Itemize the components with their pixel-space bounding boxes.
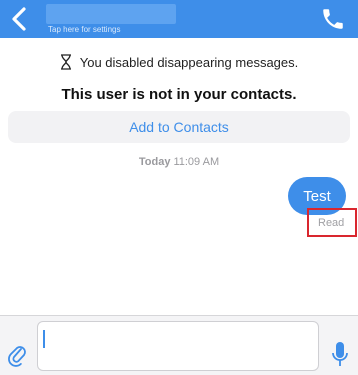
chat-header: Tap here for settings <box>0 0 358 38</box>
back-button[interactable] <box>6 4 34 34</box>
voice-message-button[interactable] <box>331 341 349 369</box>
hourglass-icon <box>60 54 71 70</box>
timestamp-day: Today <box>138 156 171 168</box>
add-to-contacts-button[interactable]: Add to Contacts <box>8 111 350 143</box>
call-button[interactable] <box>320 6 346 32</box>
phone-icon <box>323 9 343 29</box>
timestamp-time: 11:09 AM <box>173 156 220 168</box>
text-caret <box>43 330 45 348</box>
attach-button[interactable] <box>8 343 28 367</box>
chevron-left-icon <box>12 7 26 31</box>
annotation-highlight-box <box>307 208 357 237</box>
message-input[interactable] <box>37 321 319 371</box>
settings-hint: Tap here for settings <box>48 25 121 34</box>
contact-name-redacted <box>46 4 176 24</box>
message-composer <box>0 315 358 375</box>
disappearing-messages-notice: You disabled disappearing messages. <box>0 52 358 72</box>
microphone-icon <box>332 342 348 366</box>
system-message-text: You disabled disappearing messages. <box>79 54 299 70</box>
not-in-contacts-text: This user is not in your contacts. <box>61 86 297 103</box>
chat-title[interactable]: Tap here for settings <box>44 0 194 38</box>
message-timestamp: Today 11:09 AM <box>0 156 358 168</box>
paperclip-icon <box>8 346 26 367</box>
